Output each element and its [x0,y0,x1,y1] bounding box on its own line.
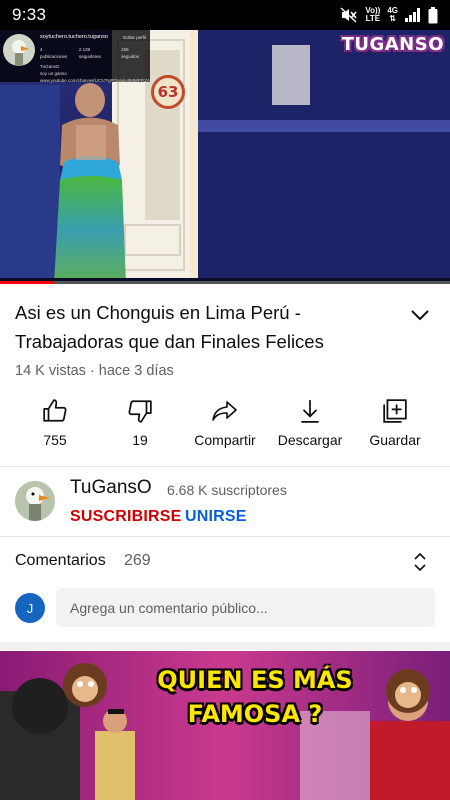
overlay-link: www.youtube.com/channel/UC57NjPQxaoiuI94… [40,78,157,83]
video-title[interactable]: Asi es un Chonguis en Lima Perú - Trabaj… [15,298,385,356]
overlay-stat: 4 publicaciones [40,47,68,59]
download-button[interactable]: Descargar [265,396,355,448]
download-label: Descargar [277,432,343,448]
video-player[interactable]: soytuchero.tuchero.tuganso Editar perfil… [0,30,450,284]
room-number-sign: 63 [151,75,185,109]
like-count: 755 [43,432,67,448]
overlay-avatar [3,34,35,66]
channel-avatar[interactable] [15,481,55,521]
lte-label: LTE [365,14,381,23]
overlay-stat: 2.139 seguidores [78,47,101,59]
network-indicator: 4G ⇅ [387,7,398,23]
share-icon [212,401,237,421]
overlay-bio-line: soy un ganso [40,71,67,76]
signal-icon [405,8,420,22]
overlay-stat: 265 seguidos [121,47,140,59]
download-icon [301,400,319,423]
section-divider [0,642,450,650]
overlay-stats: 4 publicaciones 2.139 seguidores 265 seg… [40,46,146,60]
user-avatar: J [15,593,45,623]
chevron-down-icon [411,310,429,321]
comments-expand-button[interactable] [408,550,432,574]
comments-count: 269 [124,552,151,569]
status-icons: Vo)) LTE 4G ⇅ [340,6,438,24]
comments-heading[interactable]: Comentarios [15,552,106,570]
progress-fill [0,281,54,284]
data-arrows-icon: ⇅ [389,14,397,23]
status-bar: 9:33 Vo)) LTE 4G ⇅ [0,0,450,30]
save-button[interactable]: Guardar [350,396,440,448]
unfold-icon [414,552,426,572]
playlist-add-icon [383,399,407,423]
mute-icon [340,7,357,23]
next-video-thumbnail[interactable]: QUIEN ES MÁS FAMOSA ? [0,651,450,800]
divider [0,466,450,467]
video-meta: 14 K vistas · hace 3 días [15,363,174,379]
thumbs-down-icon [128,400,152,423]
save-label: Guardar [369,432,421,448]
like-button[interactable]: 755 [10,396,100,448]
thumbs-up-icon [43,399,67,422]
channel-name[interactable]: TuGansO [70,477,152,499]
next-video-caption: QUIEN ES MÁS FAMOSA ? [157,666,353,728]
channel-watermark: TUGANSO [341,34,444,55]
expand-description-button[interactable] [406,301,434,329]
share-label: Compartir [194,432,256,448]
status-time: 9:33 [12,5,47,24]
comment-input[interactable]: Agrega un comentario público... [56,588,435,627]
battery-icon [428,6,438,23]
subscriber-count: 6.68 K suscriptores [167,482,287,498]
action-bar: 755 19 Compartir Descargar Guardar [0,396,450,458]
instagram-overlay: soytuchero.tuchero.tuganso Editar perfil… [0,30,157,83]
dislike-button[interactable]: 19 [95,396,185,448]
dislike-count: 19 [132,432,148,448]
volte-indicator: Vo)) LTE [365,7,380,23]
join-button[interactable]: UNIRSE [185,508,247,526]
overlay-bio-name: TuGansO [40,64,60,69]
subscribe-button[interactable]: SUSCRIBIRSE [70,508,182,526]
share-button[interactable]: Compartir [180,396,270,448]
overlay-tag: Editar perfil [123,35,146,40]
progress-bar[interactable] [0,281,450,284]
divider [0,536,450,537]
